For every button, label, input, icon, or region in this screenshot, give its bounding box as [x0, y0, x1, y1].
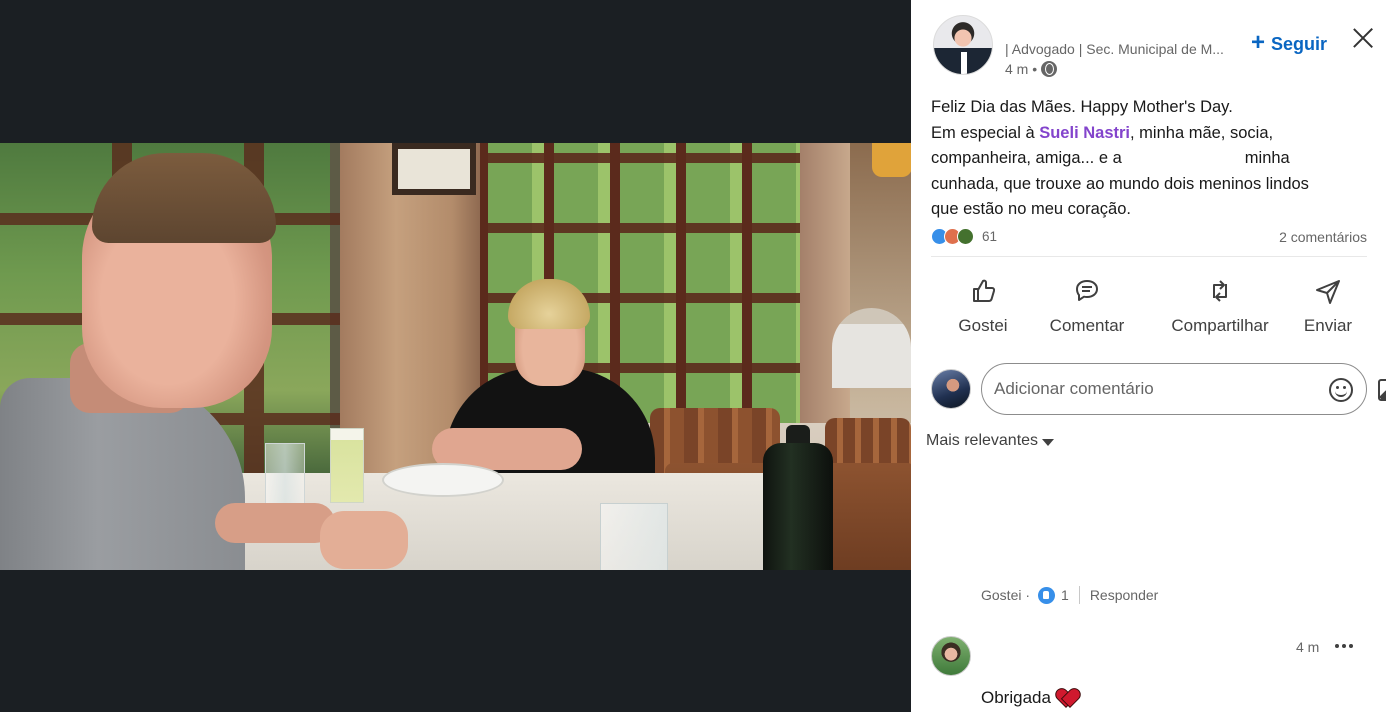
- post-side-panel: | Advogado | Sec. Municipal de M... 4 m …: [911, 0, 1386, 712]
- post-line-3-pre: companheira, amiga... e a: [931, 149, 1122, 167]
- follow-button[interactable]: + Seguir: [1251, 29, 1328, 56]
- close-icon[interactable]: [1351, 26, 1375, 50]
- repost-button[interactable]: Compartilhar: [1153, 270, 1287, 340]
- send-button[interactable]: Enviar: [1295, 270, 1361, 340]
- like-button[interactable]: Gostei: [941, 270, 1025, 340]
- post-time-text: 4 m •: [1005, 61, 1038, 77]
- comment-box-row: Adicionar comentário: [931, 363, 1386, 415]
- like-label: Gostei: [958, 316, 1008, 335]
- comment-like-count: 1: [1061, 587, 1069, 603]
- sort-label: Mais relevantes: [926, 432, 1039, 449]
- post-line-3-post: minha: [1244, 149, 1290, 167]
- comment-1-meta: Gostei · 1 Responder: [981, 586, 1158, 604]
- author-avatar[interactable]: [933, 15, 993, 75]
- caret-down-icon: [1042, 438, 1055, 446]
- follow-label: Seguir: [1271, 34, 1328, 54]
- reaction-count: 61: [982, 229, 998, 244]
- post-photo: [0, 143, 911, 570]
- plus-icon: +: [1251, 29, 1266, 56]
- post-line-2-pre: Em especial à: [931, 123, 1040, 142]
- emoji-icon[interactable]: [1329, 378, 1353, 402]
- send-label: Enviar: [1303, 316, 1353, 335]
- like-reaction-icon: [1038, 586, 1056, 604]
- comment-button[interactable]: Comentar: [1033, 270, 1141, 340]
- comment-label: Comentar: [1049, 316, 1125, 335]
- post-body: Feliz Dia das Mães. Happy Mother's Day. …: [931, 95, 1351, 223]
- photo-viewer: [0, 0, 911, 712]
- action-bar: Gostei Comentar Compartilhar Enviar: [923, 270, 1373, 340]
- mention-link[interactable]: Sueli Nastri: [1039, 124, 1130, 142]
- divider: [1078, 586, 1080, 604]
- post-line-2-post: , minha mãe, socia,: [1130, 123, 1274, 142]
- reactions-summary[interactable]: 61: [931, 228, 997, 245]
- comments-count[interactable]: 2 comentários: [1279, 229, 1367, 245]
- comment-placeholder: Adicionar comentário: [994, 379, 1154, 398]
- divider: [931, 256, 1367, 257]
- post-line-3: companheira, amiga... e a minha: [931, 146, 1351, 172]
- post-line-5: que estão no meu coração.: [931, 200, 1131, 218]
- repost-label: Compartilhar: [1171, 316, 1269, 335]
- sort-dropdown[interactable]: Mais relevantes: [926, 432, 1055, 450]
- reply-button[interactable]: Responder: [1090, 587, 1159, 603]
- current-user-avatar: [931, 369, 971, 409]
- heart-icon: [1057, 689, 1077, 707]
- comment-icon: [1076, 280, 1098, 301]
- post-timestamp: 4 m •: [1005, 61, 1058, 77]
- commenter-avatar[interactable]: [931, 636, 971, 676]
- thumbs-up-icon: [973, 279, 996, 302]
- comment-body: Obrigada: [981, 688, 1051, 707]
- send-icon: [1316, 280, 1340, 304]
- post-line-1: Feliz Dia das Mães. Happy Mother's Day.: [931, 98, 1233, 116]
- comment-text: Obrigada: [981, 688, 1077, 708]
- support-reaction-icon: [957, 228, 974, 245]
- comment-input[interactable]: Adicionar comentário: [981, 363, 1386, 415]
- image-icon[interactable]: [1378, 379, 1386, 401]
- comment-time: 4 m: [1296, 639, 1320, 655]
- more-options-icon[interactable]: [1335, 644, 1355, 650]
- post-line-4: cunhada, que trouxe ao mundo dois menino…: [931, 174, 1309, 193]
- reaction-icons: [931, 228, 974, 245]
- comment-like-button[interactable]: Gostei ·: [981, 587, 1030, 603]
- globe-icon: [1041, 61, 1058, 77]
- author-headline[interactable]: | Advogado | Sec. Municipal de M...: [1005, 41, 1240, 57]
- repost-icon: [1213, 280, 1227, 302]
- post-line-2: Em especial à Sueli Nastri, minha mãe, s…: [931, 121, 1351, 147]
